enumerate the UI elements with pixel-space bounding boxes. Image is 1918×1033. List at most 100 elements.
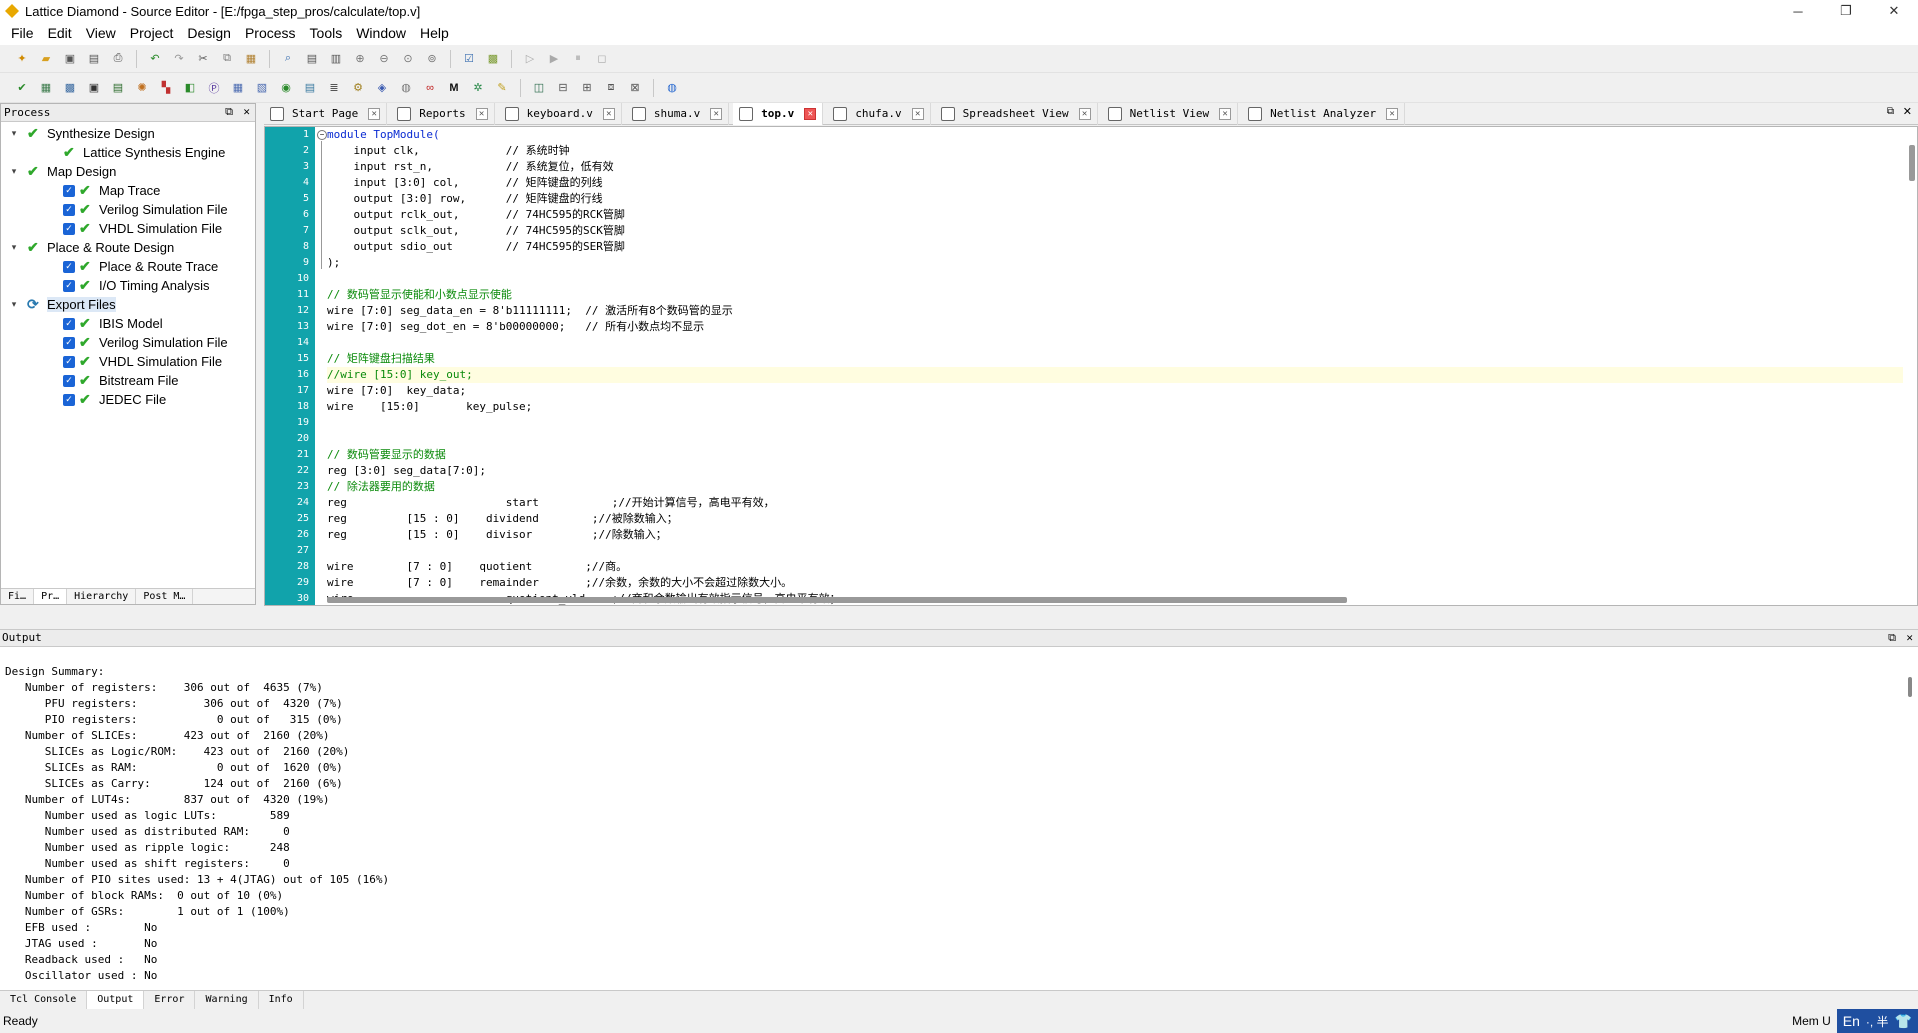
tile-horizontal-icon[interactable]: ⊟ [553, 78, 573, 98]
code-line[interactable]: reg [15 : 0] dividend ;//被除数输入； [327, 511, 1903, 527]
spreadsheet-icon[interactable]: ▦ [36, 78, 56, 98]
find-replace-icon[interactable]: ▤ [302, 49, 322, 69]
source-editor[interactable]: 1 2 3 4 5 6 7 8 9 10 11 12 13 14 15 16 17 18 19 20 21 22 23 24 2… [264, 126, 1918, 606]
run-icon[interactable]: ▷ [520, 49, 540, 69]
list-icon[interactable]: ≣ [324, 78, 344, 98]
process-item[interactable]: ✓ ✔ I/O Timing Analysis [1, 276, 255, 295]
panel-float-icon[interactable]: ⧉ [225, 105, 233, 119]
code-line[interactable] [327, 271, 1903, 287]
fold-margin[interactable]: − [317, 127, 327, 605]
zoom-out-icon[interactable]: ⊖ [374, 49, 394, 69]
tile-vertical-icon[interactable]: ◫ [529, 78, 549, 98]
power-icon[interactable]: Ⓟ [204, 78, 224, 98]
code-line[interactable]: // 数码管显示使能和小数点显示使能 [327, 287, 1903, 303]
code-line[interactable] [327, 335, 1903, 351]
tab-tcl-console[interactable]: Tcl Console [0, 991, 88, 1009]
code-line[interactable]: module TopModule( [327, 127, 1903, 143]
checkbox-icon[interactable]: ✓ [63, 184, 75, 197]
close-tab-icon[interactable]: ✕ [368, 107, 381, 120]
code-line[interactable] [327, 543, 1903, 559]
settings-icon[interactable]: ✲ [468, 78, 488, 98]
cut-icon[interactable]: ✂ [193, 49, 213, 69]
process-item[interactable]: ✓ ✔ IBIS Model [1, 314, 255, 333]
menu-view[interactable]: View [79, 22, 123, 45]
zoom-fit-icon[interactable]: ⊙ [398, 49, 418, 69]
checkbox-icon[interactable]: ✓ [63, 393, 75, 406]
editor-tab[interactable]: shuma.v ✕ [626, 102, 730, 125]
checkbox-icon[interactable]: ✓ [63, 279, 75, 292]
menu-tools[interactable]: Tools [303, 22, 350, 45]
gear-icon[interactable]: ⚙ [348, 78, 368, 98]
panel-close-icon[interactable]: ✕ [243, 105, 250, 118]
close-tab-icon[interactable]: ✕ [804, 107, 817, 120]
analysis-icon[interactable]: ◍ [396, 78, 416, 98]
undo-icon[interactable]: ↶ [145, 49, 165, 69]
minimize-button[interactable]: ─ [1774, 0, 1822, 22]
save-icon[interactable]: ▣ [60, 49, 80, 69]
ip-express-icon[interactable]: ▦ [228, 78, 248, 98]
process-item[interactable]: ✔ Lattice Synthesis Engine [1, 143, 255, 162]
code-line[interactable]: reg [3:0] seg_data[7:0]; [327, 463, 1903, 479]
code-line[interactable]: wire [7:0] seg_dot_en = 8'b00000000; // … [327, 319, 1903, 335]
open-folder-icon[interactable]: ▰ [36, 49, 56, 69]
menu-file[interactable]: File [4, 22, 41, 45]
editor-tab[interactable]: top.v ✕ [733, 102, 824, 125]
menu-window[interactable]: Window [349, 22, 413, 45]
editor-tab[interactable]: chufa.v ✕ [827, 102, 931, 125]
close-tab-icon[interactable]: ✕ [1219, 107, 1232, 120]
editor-tab[interactable]: keyboard.v ✕ [499, 102, 622, 125]
output-scrollbar[interactable] [1908, 677, 1912, 697]
code-line[interactable]: input clk, // 系统时钟 [327, 143, 1903, 159]
physical-view-icon[interactable]: ▚ [156, 78, 176, 98]
process-item[interactable]: ▾ ✔ Map Design [1, 162, 255, 181]
restore-button[interactable]: ❐ [1822, 0, 1870, 22]
tab-hierarchy[interactable]: Hierarchy [67, 589, 137, 604]
ime-indicator[interactable]: En ·, 半 👕 [1836, 1009, 1918, 1033]
code-line[interactable] [327, 415, 1903, 431]
print-icon[interactable]: ⎙ [108, 49, 128, 69]
step-icon[interactable]: ▶ [544, 49, 564, 69]
expand-chevron-icon[interactable]: ▾ [7, 166, 21, 177]
code-line[interactable]: wire [7 : 0] quotient ;//商。 [327, 559, 1903, 575]
paste-icon[interactable]: ▦ [241, 49, 261, 69]
menu-edit[interactable]: Edit [41, 22, 79, 45]
close-tab-icon[interactable]: ✕ [911, 107, 924, 120]
code-area[interactable]: module TopModule( input clk, // 系统时钟 inp… [327, 127, 1903, 605]
menu-process[interactable]: Process [238, 22, 303, 45]
editor-tab[interactable]: Reports ✕ [391, 102, 495, 125]
code-line[interactable]: wire [7 : 0] remainder ;//余数，余数的大小不会超过除数… [327, 575, 1903, 591]
globe-icon[interactable]: ◍ [662, 78, 682, 98]
menu-help[interactable]: Help [413, 22, 456, 45]
device-view-icon[interactable]: ▣ [84, 78, 104, 98]
checkbox-icon[interactable]: ✓ [63, 317, 75, 330]
code-line[interactable]: output sdio_out // 74HC595的SER管脚 [327, 239, 1903, 255]
checkbox-icon[interactable]: ✓ [63, 260, 75, 273]
code-line[interactable]: wire [7:0] seg_data_en = 8'b11111111; //… [327, 303, 1903, 319]
floorplan-icon[interactable]: ✺ [132, 78, 152, 98]
checkbox-icon[interactable]: ✓ [63, 222, 75, 235]
close-tab-icon[interactable]: ✕ [602, 107, 615, 120]
pause-icon[interactable]: ⏸ [568, 49, 588, 69]
stop-icon[interactable]: ◻ [592, 49, 612, 69]
tab-warning[interactable]: Warning [195, 991, 259, 1009]
editor-tab[interactable]: Spreadsheet View ✕ [935, 102, 1098, 125]
simulation-icon[interactable]: ▤ [300, 78, 320, 98]
tab-error[interactable]: Error [144, 991, 196, 1009]
editor-tab[interactable]: Netlist View ✕ [1102, 102, 1239, 125]
copy-icon[interactable]: ⧉ [217, 49, 237, 69]
package-view-icon[interactable]: ▩ [60, 78, 80, 98]
code-line[interactable]: // 数码管要显示的数据 [327, 447, 1903, 463]
process-item[interactable]: ✓ ✔ Verilog Simulation File [1, 200, 255, 219]
expand-chevron-icon[interactable]: ▾ [7, 299, 21, 310]
close-tab-icon[interactable]: ✕ [1078, 107, 1091, 120]
process-item[interactable]: ✓ ✔ VHDL Simulation File [1, 352, 255, 371]
output-console[interactable]: Design Summary: Number of registers: 306… [0, 647, 1918, 990]
checkbox-icon[interactable]: ✓ [63, 203, 75, 216]
tab-output[interactable]: Output [87, 991, 145, 1009]
find-files-icon[interactable]: ▥ [326, 49, 346, 69]
model-icon[interactable]: M [444, 78, 464, 98]
menu-project[interactable]: Project [123, 22, 181, 45]
code-line[interactable]: output [3:0] row, // 矩阵键盘的行线 [327, 191, 1903, 207]
cascade-icon[interactable]: ⧈ [601, 78, 621, 98]
timing-icon[interactable]: ◧ [180, 78, 200, 98]
